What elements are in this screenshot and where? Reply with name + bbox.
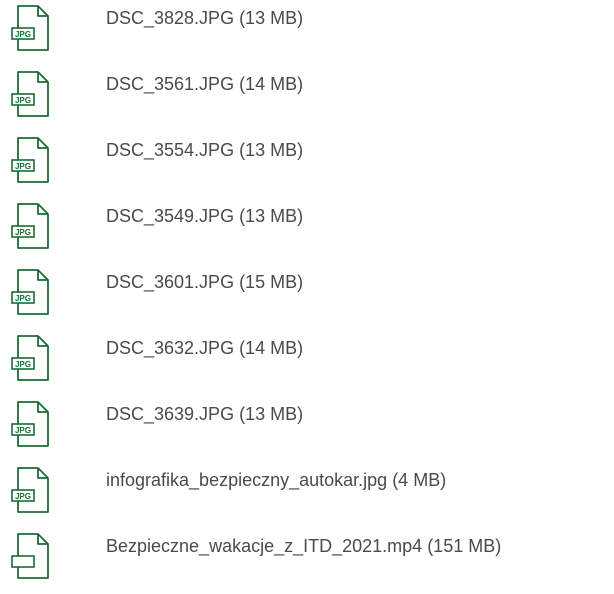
jpg-badge-label: JPG xyxy=(15,294,31,303)
jpg-badge-label: JPG xyxy=(15,492,31,501)
file-name[interactable]: DSC_3549.JPG (13 MB) xyxy=(106,204,303,228)
jpg-file-icon: JPG xyxy=(4,264,58,320)
file-name[interactable]: DSC_3639.JPG (13 MB) xyxy=(106,402,303,426)
jpg-badge-label: JPG xyxy=(15,426,31,435)
file-item-dsc-3561[interactable]: JPG DSC_3561.JPG (14 MB) xyxy=(0,66,614,132)
file-name[interactable]: infografika_bezpieczny_autokar.jpg (4 MB… xyxy=(106,468,446,492)
jpg-file-icon: JPG xyxy=(4,396,58,452)
jpg-file-icon: JPG xyxy=(4,462,58,518)
jpg-file-icon: JPG xyxy=(4,66,58,122)
file-list: JPG DSC_3828.JPG (13 MB) JPG DSC_3561.JP… xyxy=(0,0,614,583)
file-icon xyxy=(4,528,58,584)
jpg-badge-label: JPG xyxy=(15,162,31,171)
file-item-bezpieczne-wakacje-video[interactable]: Bezpieczne_wakacje_z_ITD_2021.mp4 (151 M… xyxy=(0,528,614,594)
file-name[interactable]: DSC_3828.JPG (13 MB) xyxy=(106,6,303,30)
file-name[interactable]: DSC_3554.JPG (13 MB) xyxy=(106,138,303,162)
file-item-infografika[interactable]: JPG infografika_bezpieczny_autokar.jpg (… xyxy=(0,462,614,528)
file-item-dsc-3549[interactable]: JPG DSC_3549.JPG (13 MB) xyxy=(0,198,614,264)
jpg-badge-label: JPG xyxy=(15,228,31,237)
file-item-dsc-3554[interactable]: JPG DSC_3554.JPG (13 MB) xyxy=(0,132,614,198)
file-name[interactable]: DSC_3561.JPG (14 MB) xyxy=(106,72,303,96)
jpg-file-icon: JPG xyxy=(4,198,58,254)
jpg-badge-label: JPG xyxy=(15,360,31,369)
jpg-file-icon: JPG xyxy=(4,132,58,188)
file-name[interactable]: DSC_3632.JPG (14 MB) xyxy=(106,336,303,360)
jpg-file-icon: JPG xyxy=(4,0,58,56)
jpg-file-icon: JPG xyxy=(4,330,58,386)
file-item-dsc-3601[interactable]: JPG DSC_3601.JPG (15 MB) xyxy=(0,264,614,330)
file-name[interactable]: Bezpieczne_wakacje_z_ITD_2021.mp4 (151 M… xyxy=(106,534,501,558)
jpg-badge-label: JPG xyxy=(15,30,31,39)
file-item-dsc-3639[interactable]: JPG DSC_3639.JPG (13 MB) xyxy=(0,396,614,462)
file-item-dsc-3632[interactable]: JPG DSC_3632.JPG (14 MB) xyxy=(0,330,614,396)
jpg-badge-label: JPG xyxy=(15,96,31,105)
file-item-dsc-3828[interactable]: JPG DSC_3828.JPG (13 MB) xyxy=(0,0,614,66)
file-name[interactable]: DSC_3601.JPG (15 MB) xyxy=(106,270,303,294)
